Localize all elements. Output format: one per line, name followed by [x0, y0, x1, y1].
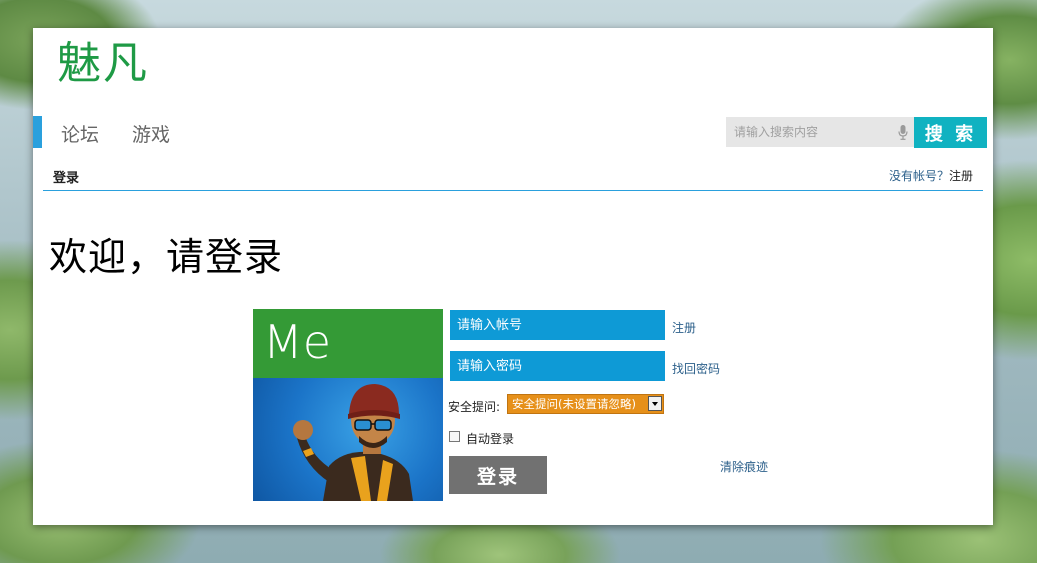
login-button[interactable]: 登录 — [449, 456, 547, 494]
username-input[interactable] — [450, 310, 665, 340]
page-title: 欢迎，请登录 — [49, 235, 284, 279]
no-account-text: 没有帐号？ — [888, 169, 949, 183]
forgot-password-link[interactable]: 找回密码 — [672, 360, 720, 377]
nav-item-games[interactable]: 游戏 — [132, 120, 170, 147]
avatar-figure-icon — [293, 384, 413, 501]
register-side-link[interactable]: 注册 — [672, 319, 696, 336]
auto-login-checkbox[interactable] — [449, 431, 460, 442]
microphone-icon[interactable] — [898, 125, 908, 140]
user-tile: Me — [253, 309, 443, 501]
search-box — [726, 117, 914, 147]
dropdown-arrow-icon[interactable] — [648, 396, 662, 411]
password-input[interactable] — [450, 351, 665, 381]
search-input[interactable] — [726, 117, 900, 147]
site-logo[interactable]: 魅凡 — [57, 36, 149, 92]
nav-bar: 论坛 游戏 搜 索 — [33, 116, 993, 150]
nav-accent-bar — [33, 116, 42, 148]
register-prompt: 没有帐号？注册 — [889, 167, 973, 184]
breadcrumb: 登录 没有帐号？注册 — [43, 156, 983, 191]
search-button[interactable]: 搜 索 — [914, 117, 987, 148]
avatar — [253, 378, 443, 501]
security-question-value: 安全提问(未设置请忽略) — [512, 397, 636, 411]
register-link[interactable]: 注册 — [949, 169, 973, 183]
breadcrumb-current: 登录 — [53, 171, 80, 186]
nav-item-forum[interactable]: 论坛 — [61, 120, 99, 147]
security-question-select[interactable]: 安全提问(未设置请忽略) — [507, 394, 664, 414]
tile-header: Me — [253, 309, 443, 378]
tile-label: Me — [263, 315, 331, 369]
security-question-label: 安全提问: — [448, 400, 501, 414]
clear-traces-link[interactable]: 清除痕迹 — [720, 458, 768, 475]
main-panel: 魅凡 论坛 游戏 搜 索 登录 没有帐号？注册 欢迎，请登录 Me — [33, 28, 993, 525]
auto-login-label: 自动登录 — [466, 432, 515, 446]
